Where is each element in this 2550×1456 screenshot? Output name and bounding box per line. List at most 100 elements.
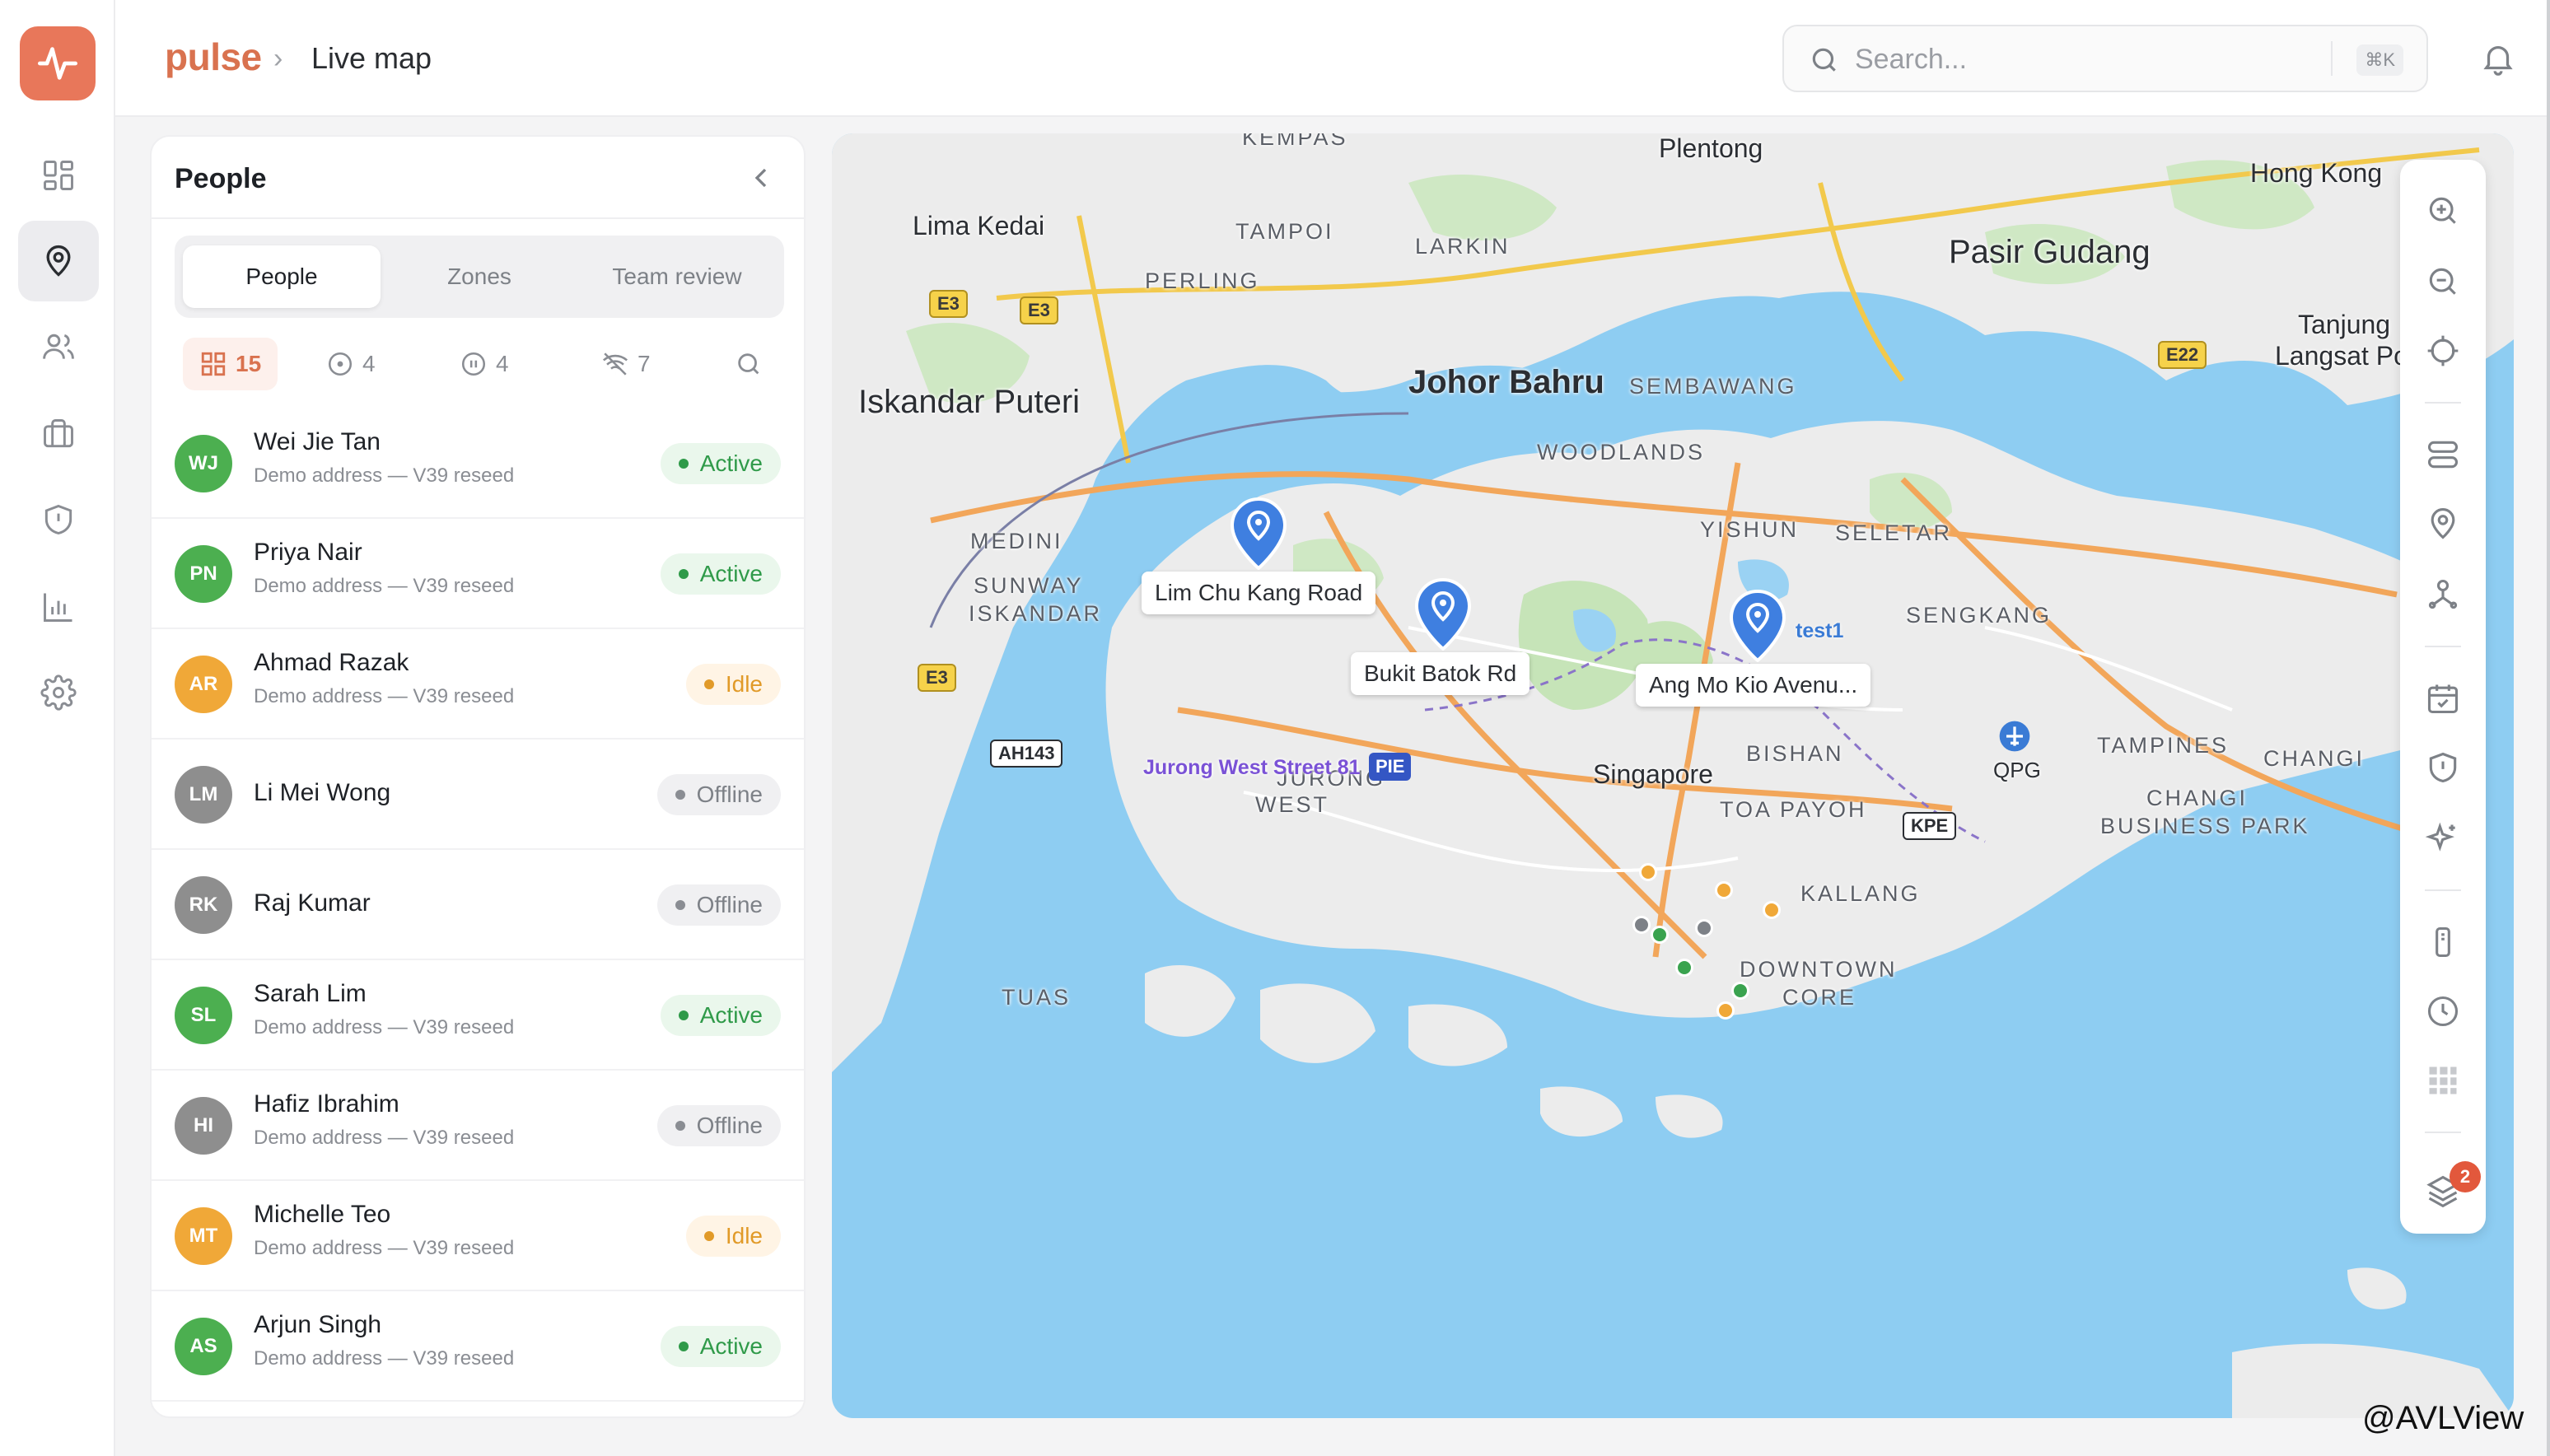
avatar: MT	[175, 1207, 232, 1265]
person-name: Hafiz Ibrahim	[254, 1090, 399, 1118]
person-address: Demo address — V39 reseed	[254, 464, 515, 487]
list-item[interactable]: AS Arjun Singh Demo address — V39 reseed Ac…	[152, 1291, 804, 1402]
place-label: TAMPINES	[2097, 733, 2230, 758]
nav-people[interactable]	[18, 306, 99, 387]
filter-paused[interactable]: 4	[443, 338, 525, 390]
list-item[interactable]: SL Sarah Lim Demo address — V39 reseed Acti…	[152, 960, 804, 1071]
place-label: CHANGI	[2146, 786, 2249, 810]
notifications-bell-icon[interactable]	[2479, 40, 2517, 77]
person-marker-active[interactable]	[1651, 926, 1669, 944]
status-dot	[703, 679, 714, 689]
breadcrumb-separator: ›	[273, 43, 283, 74]
sparkles-icon	[2425, 822, 2455, 852]
list-item[interactable]: HI Hafiz Ibrahim Demo address — V39 reseed…	[152, 1071, 804, 1181]
filter-active[interactable]: 4	[310, 338, 392, 390]
route-icon	[2427, 441, 2459, 469]
tab-team-review[interactable]: Team review	[578, 245, 776, 308]
pin-label[interactable]: Ang Mo Kio Avenu...	[1636, 664, 1871, 707]
place-label: Hong Kong	[2250, 158, 2383, 188]
divider	[2331, 41, 2333, 76]
person-name: Ahmad Razak	[254, 649, 409, 676]
place-label: SEMBAWANG	[1629, 374, 1797, 399]
network-button[interactable]	[2418, 570, 2468, 619]
test-label: test1	[1796, 619, 1844, 642]
nav-settings[interactable]	[18, 652, 99, 733]
person-marker-idle[interactable]	[1763, 901, 1781, 919]
schedule-button[interactable]	[2418, 674, 2468, 723]
list-item[interactable]: LM Li Mei Wong Offline	[152, 740, 804, 850]
person-marker-idle[interactable]	[1716, 1001, 1735, 1020]
map-pin-icon[interactable]	[1726, 588, 1789, 662]
history-button[interactable]	[2418, 987, 2468, 1036]
wifi-off-icon	[602, 352, 628, 376]
list-item[interactable]: RK Raj Kumar Offline	[152, 850, 804, 960]
tab-people[interactable]: People	[183, 245, 381, 308]
avatar: AR	[175, 656, 232, 713]
brand-name[interactable]: pulse	[165, 35, 262, 79]
ai-button[interactable]	[2418, 814, 2468, 863]
routes-button[interactable]	[2418, 430, 2468, 479]
status-filters: 15 4 4 7	[175, 331, 784, 397]
person-marker-offline[interactable]	[1632, 916, 1651, 934]
status-badge: Idle	[685, 1216, 781, 1257]
tab-zones[interactable]: Zones	[381, 245, 578, 308]
zoom-out-button[interactable]	[2418, 257, 2468, 306]
filter-offline-count: 7	[638, 351, 651, 376]
live-map[interactable]: KEMPAS Plentong Hong Kong Lima Kedai TAM…	[832, 133, 2514, 1418]
place-label: KEMPAS	[1242, 133, 1348, 150]
nav-live-map[interactable]	[18, 221, 99, 301]
divider	[152, 217, 804, 219]
nav-jobs[interactable]	[18, 394, 99, 474]
search-input[interactable]	[1855, 36, 2283, 82]
location-pin-icon	[46, 245, 71, 277]
place-label: MEDINI	[970, 529, 1063, 553]
nav-reports[interactable]	[18, 567, 99, 647]
place-label: QPG	[1993, 758, 2041, 782]
status-badge: Active	[660, 553, 781, 595]
person-address: Demo address — V39 reseed	[254, 685, 515, 707]
zoom-in-button[interactable]	[2418, 186, 2468, 236]
place-label: Iskandar Puteri	[858, 384, 1081, 420]
filter-active-count: 4	[362, 351, 376, 376]
map-pin-icon[interactable]	[1412, 576, 1474, 651]
list-item[interactable]: MT Michelle Teo Demo address — V39 reseed I…	[152, 1181, 804, 1291]
person-marker-active[interactable]	[1675, 959, 1693, 977]
pin-label[interactable]: Bukit Batok Rd	[1351, 652, 1530, 695]
person-marker-active[interactable]	[1731, 982, 1749, 1000]
status-badge: Offline	[656, 884, 781, 926]
chevron-left-icon[interactable]	[745, 161, 778, 194]
person-name: Wei Jie Tan	[254, 428, 381, 455]
places-button[interactable]	[2418, 499, 2468, 548]
person-marker-idle[interactable]	[1715, 881, 1733, 899]
pulse-logo[interactable]	[20, 26, 96, 100]
filter-search[interactable]	[718, 338, 779, 390]
locate-button[interactable]	[2418, 326, 2468, 376]
zoom-in-icon	[2429, 197, 2456, 224]
place-label: Tanjung	[2298, 310, 2391, 339]
zoom-out-icon	[2429, 268, 2456, 295]
person-marker-offline[interactable]	[1695, 919, 1713, 937]
person-name: Arjun Singh	[254, 1311, 382, 1338]
nav-safety[interactable]	[18, 479, 99, 560]
device-button[interactable]	[2418, 917, 2468, 967]
list-item[interactable]: CNChloe NgIdle	[152, 1402, 804, 1416]
pause-circle-icon	[461, 352, 486, 376]
list-item[interactable]: WJ Wei Jie Tan Demo address — V39 reseed Ac…	[152, 408, 804, 519]
list-item[interactable]: AR Ahmad Razak Demo address — V39 reseed Id…	[152, 629, 804, 740]
filter-offline[interactable]: 7	[585, 338, 667, 390]
place-label: WEST	[1255, 792, 1329, 817]
person-marker-idle[interactable]	[1639, 863, 1657, 881]
place-label: LARKIN	[1415, 234, 1511, 259]
circle-dot-icon	[328, 352, 353, 376]
briefcase-icon	[44, 419, 73, 448]
status-badge: Active	[660, 443, 781, 484]
map-toolbar: 2	[2400, 160, 2486, 1234]
heatmap-button[interactable]	[2418, 1056, 2468, 1105]
filter-all[interactable]: 15	[183, 338, 278, 390]
status-badge: Active	[660, 995, 781, 1036]
nav-dashboard[interactable]	[18, 135, 99, 216]
pin-label[interactable]: Lim Chu Kang Road	[1142, 572, 1376, 614]
map-pin-icon[interactable]	[1227, 496, 1290, 570]
list-item[interactable]: PN Priya Nair Demo address — V39 reseed Act…	[152, 519, 804, 629]
safety-button[interactable]	[2418, 743, 2468, 792]
